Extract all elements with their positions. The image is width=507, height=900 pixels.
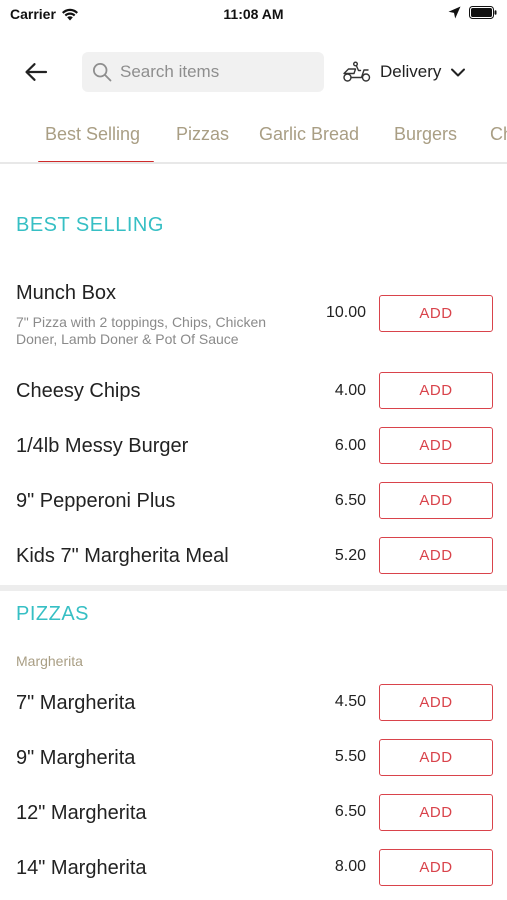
add-button[interactable]: ADD bbox=[379, 372, 493, 409]
header-bar: Delivery bbox=[0, 48, 507, 96]
battery-icon bbox=[469, 6, 497, 19]
item-price: 6.50 bbox=[334, 492, 366, 509]
item-name: 14" Margherita bbox=[16, 857, 147, 879]
back-button[interactable] bbox=[20, 58, 52, 86]
status-right-group bbox=[448, 6, 497, 19]
status-time: 11:08 AM bbox=[223, 6, 284, 22]
chevron-down-icon bbox=[451, 68, 466, 77]
item-description: 7" Pizza with 2 toppings, Chips, Chicken… bbox=[16, 314, 267, 347]
tab-ch[interactable]: Ch bbox=[490, 124, 507, 145]
item-name: 9" Margherita bbox=[16, 747, 136, 769]
add-button[interactable]: ADD bbox=[379, 427, 493, 464]
add-button[interactable]: ADD bbox=[379, 849, 493, 886]
add-button[interactable]: ADD bbox=[379, 295, 493, 332]
section-divider bbox=[0, 585, 507, 591]
section-title-pizzas: PIZZAS bbox=[16, 603, 90, 625]
tab-burgers[interactable]: Burgers bbox=[394, 124, 457, 145]
category-tabs: Best Selling Pizzas Garlic Bread Burgers… bbox=[0, 112, 507, 164]
search-icon bbox=[92, 62, 112, 82]
scooter-icon bbox=[343, 61, 371, 82]
item-name: 7" Margherita bbox=[16, 692, 136, 714]
tab-best-selling[interactable]: Best Selling bbox=[45, 124, 140, 145]
tab-garlic-bread[interactable]: Garlic Bread bbox=[259, 124, 359, 145]
item-price: 8.00 bbox=[334, 858, 366, 875]
add-button[interactable]: ADD bbox=[379, 537, 493, 574]
add-button[interactable]: ADD bbox=[379, 684, 493, 721]
item-price: 4.00 bbox=[334, 382, 366, 399]
back-arrow-icon bbox=[25, 63, 48, 81]
item-name: Munch Box bbox=[16, 282, 117, 304]
item-name: Kids 7" Margherita Meal bbox=[16, 545, 229, 567]
search-input[interactable] bbox=[120, 62, 310, 82]
item-price: 6.00 bbox=[334, 437, 366, 454]
location-arrow-icon bbox=[448, 6, 461, 19]
item-price: 5.20 bbox=[334, 547, 366, 564]
item-name: Cheesy Chips bbox=[16, 380, 141, 402]
item-price: 4.50 bbox=[334, 693, 366, 710]
add-button[interactable]: ADD bbox=[379, 482, 493, 519]
item-name: 1/4lb Messy Burger bbox=[16, 435, 189, 457]
item-name: 12" Margherita bbox=[16, 802, 147, 824]
subcategory-title-margherita: Margherita bbox=[16, 653, 83, 669]
section-title-best-selling: BEST SELLING bbox=[16, 214, 164, 236]
add-button[interactable]: ADD bbox=[379, 739, 493, 776]
active-tab-indicator bbox=[38, 161, 154, 162]
item-price: 10.00 bbox=[325, 304, 366, 321]
status-bar: Carrier 11:08 AM bbox=[0, 0, 507, 30]
delivery-selector[interactable]: Delivery bbox=[342, 56, 467, 88]
add-button[interactable]: ADD bbox=[379, 794, 493, 831]
item-price: 5.50 bbox=[334, 748, 366, 765]
item-price: 6.50 bbox=[334, 803, 366, 820]
delivery-label: Delivery bbox=[380, 62, 442, 81]
item-name: 9" Pepperoni Plus bbox=[16, 490, 176, 512]
search-box[interactable] bbox=[82, 52, 324, 92]
tab-pizzas[interactable]: Pizzas bbox=[176, 124, 229, 145]
